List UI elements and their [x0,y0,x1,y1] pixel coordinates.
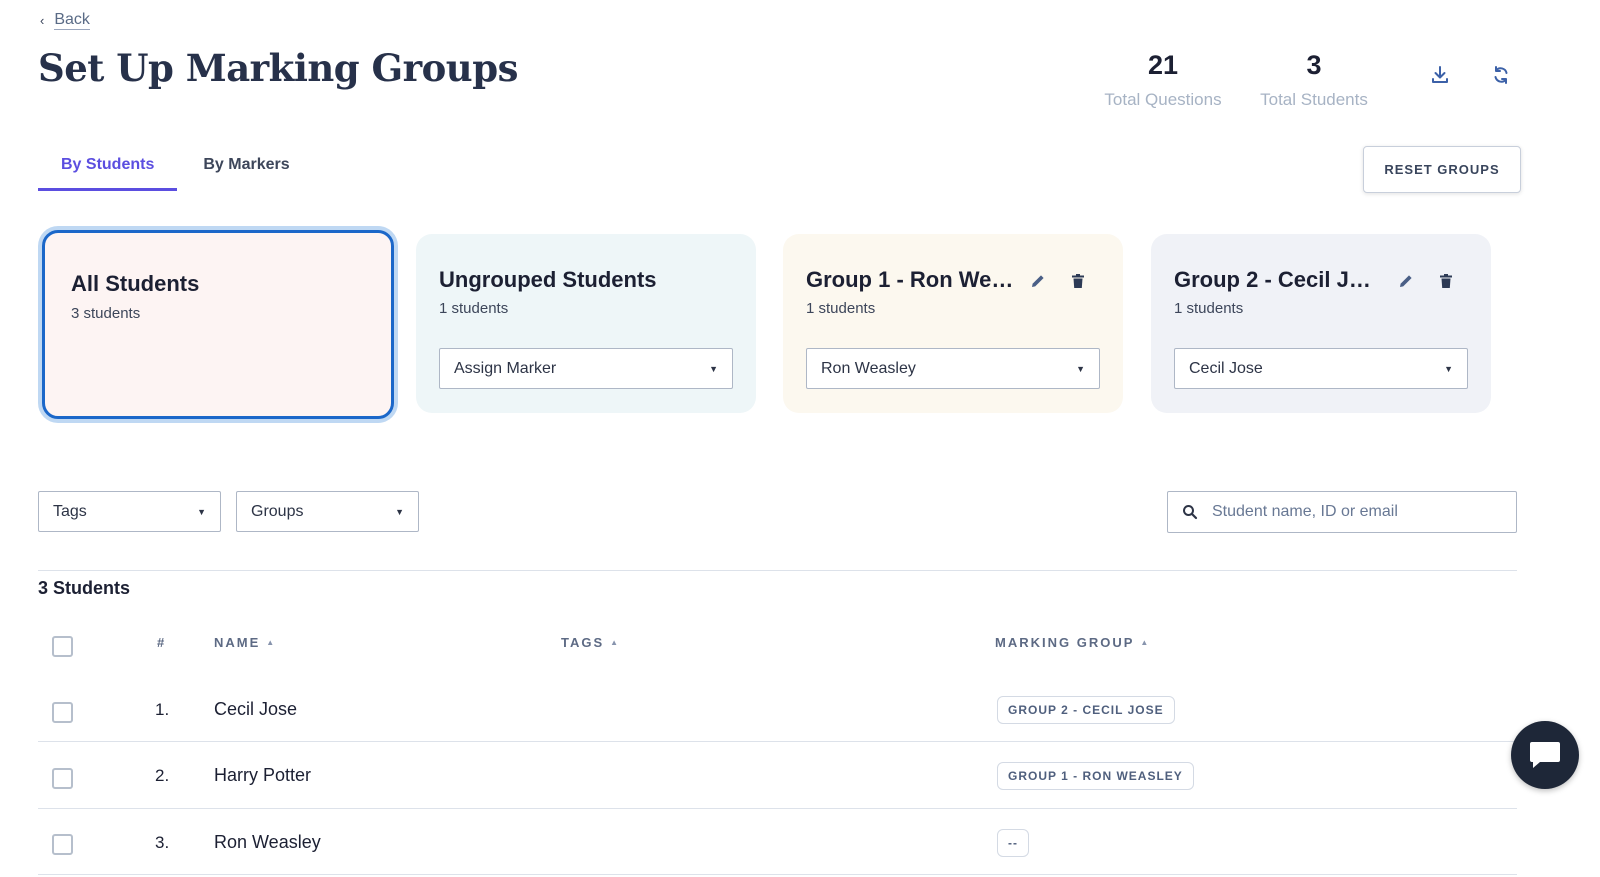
sort-arrow-icon: ▲ [610,638,619,647]
stat-label: Total Students [1260,90,1368,109]
row-number: 3. [155,833,170,852]
group-name: Ungrouped Students [439,267,657,292]
back-label: Back [54,11,90,30]
column-header-tags[interactable]: TAGS ▲ [561,635,618,650]
caret-down-icon: ▼ [1444,363,1453,374]
chevron-left-icon: ‹ [40,12,45,28]
sort-arrow-icon: ▲ [1140,638,1149,647]
pencil-icon [1400,275,1412,287]
column-label: MARKING GROUP [995,635,1135,650]
group-count: 1 students [1174,300,1244,317]
group-marker-select[interactable]: Ron Weasley ▼ [806,348,1100,389]
row-number: 1. [155,700,170,719]
select-value: Assign Marker [454,359,557,377]
marking-group-badge: GROUP 2 - CECIL JOSE [997,696,1175,724]
stat-label: Total Questions [1104,90,1222,109]
row-divider [38,874,1517,875]
delete-group-button[interactable] [1067,270,1089,292]
group-card-group-2[interactable]: Group 2 - Cecil Jose 1 students Cecil Jo… [1151,234,1491,413]
delete-group-button[interactable] [1435,270,1457,292]
select-value: Cecil Jose [1189,359,1263,377]
download-icon [1432,66,1448,83]
column-label: NAME [214,635,261,650]
students-count-title: 3 Students [38,578,131,598]
column-label: # [157,635,167,650]
group-marker-select[interactable]: Cecil Jose ▼ [1174,348,1468,389]
student-search [1167,491,1517,533]
refresh-icon [1494,66,1508,84]
groups-filter-select[interactable]: Groups ▼ [236,491,419,532]
caret-down-icon: ▼ [709,363,718,374]
view-tabs: By Students By Markers [38,150,313,191]
sort-arrow-icon: ▲ [266,638,275,647]
student-name: Ron Weasley [214,832,321,852]
caret-down-icon: ▼ [1076,363,1085,374]
search-icon [1168,504,1212,520]
chat-bubble-icon [1530,742,1560,768]
group-count: 1 students [439,300,509,317]
stat-value: 21 [1147,50,1179,80]
download-button[interactable] [1425,60,1455,90]
stat-total-questions: 21 Total Questions [1088,49,1238,110]
pencil-icon [1032,275,1044,287]
group-card-ungrouped[interactable]: Ungrouped Students 1 students Assign Mar… [416,234,756,413]
group-count: 1 students [806,300,876,317]
trash-icon [1440,274,1452,288]
chat-widget-button[interactable] [1511,721,1579,789]
marking-group-badge: -- [997,829,1029,857]
column-header-marking-group[interactable]: MARKING GROUP ▲ [995,635,1148,650]
reset-groups-button[interactable]: RESET GROUPS [1363,146,1521,193]
row-checkbox[interactable] [52,834,73,855]
group-count: 3 students [71,305,141,322]
column-header-name[interactable]: NAME ▲ [214,635,274,650]
select-value: Groups [251,502,304,520]
assign-marker-select[interactable]: Assign Marker ▼ [439,348,733,389]
search-input[interactable] [1212,503,1516,521]
group-name: Group 2 - Cecil Jose [1174,267,1384,292]
edit-group-button[interactable] [1027,270,1049,292]
refresh-button[interactable] [1486,60,1516,90]
group-card-all-students[interactable]: All Students 3 students [42,230,394,419]
section-divider [38,570,1517,571]
row-checkbox[interactable] [52,702,73,723]
row-divider [38,741,1517,742]
group-name: Group 1 - Ron Weasley [806,267,1016,292]
stat-total-students: 3 Total Students [1240,49,1388,110]
select-all-checkbox[interactable] [52,636,73,657]
group-card-group-1[interactable]: Group 1 - Ron Weasley 1 students Ron Wea… [783,234,1123,413]
student-name: Cecil Jose [214,699,298,719]
column-label: TAGS [561,635,605,650]
page-title: Set Up Marking Groups [38,46,518,90]
stat-value: 3 [1306,50,1322,80]
row-checkbox[interactable] [52,768,73,789]
student-name: Harry Potter [214,765,312,785]
row-number: 2. [155,766,170,785]
row-divider [38,808,1517,809]
group-name: All Students [71,271,200,296]
marking-group-badge: GROUP 1 - RON WEASLEY [997,762,1194,790]
select-value: Ron Weasley [821,359,916,377]
column-header-index: # [157,635,166,650]
back-link[interactable]: ‹ Back [40,10,90,30]
tab-by-markers[interactable]: By Markers [180,150,312,191]
edit-group-button[interactable] [1395,270,1417,292]
tags-filter-select[interactable]: Tags ▼ [38,491,221,532]
caret-down-icon: ▼ [395,506,404,517]
select-value: Tags [53,502,87,520]
tab-by-students[interactable]: By Students [38,150,178,191]
trash-icon [1072,274,1084,288]
caret-down-icon: ▼ [197,506,206,517]
